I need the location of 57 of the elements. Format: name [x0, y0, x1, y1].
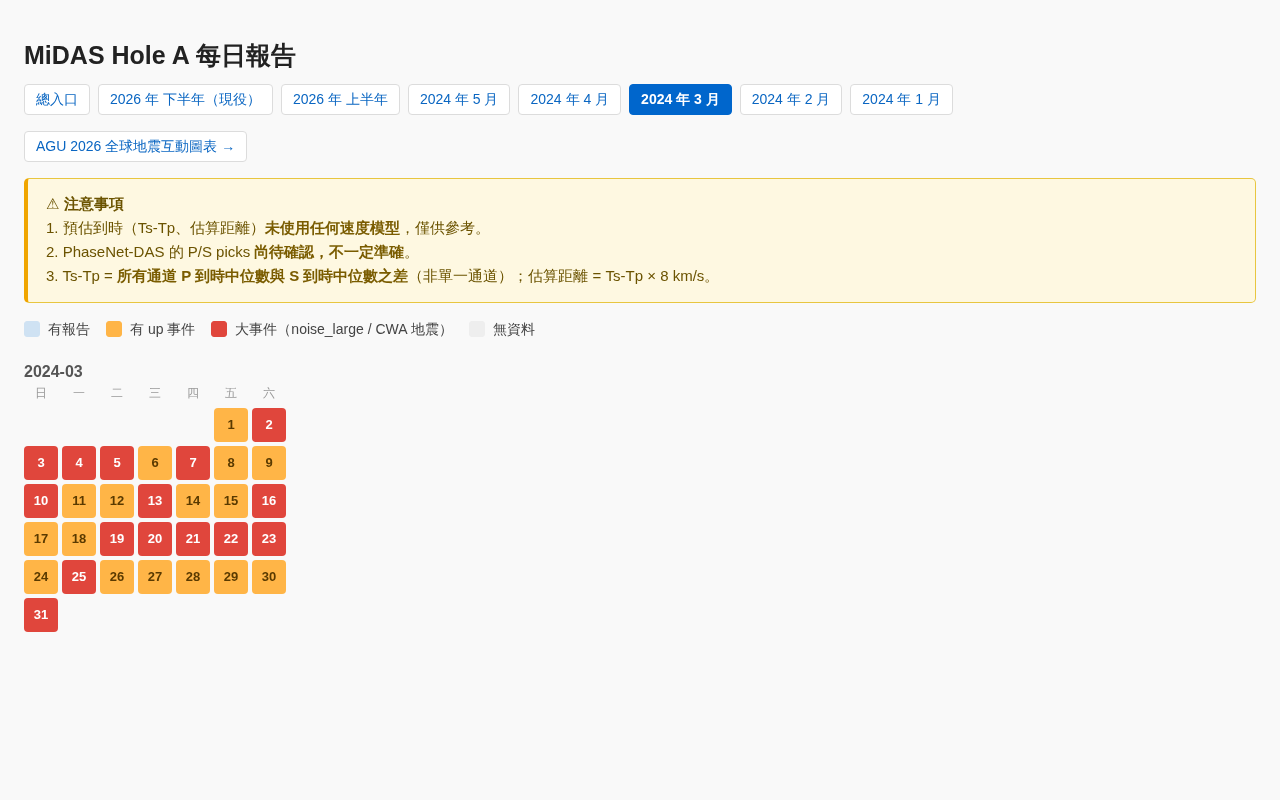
nav-tab[interactable]: 2024 年 5 月	[407, 84, 511, 115]
weekday-label: 二	[110, 384, 124, 402]
calendar-day[interactable]: 24	[24, 559, 58, 594]
notice-line: 1. 預估到時（Ts-Tp、估算距離）未使用任何速度模型，僅供參考。	[46, 217, 492, 238]
calendar-day[interactable]: 26	[100, 559, 134, 594]
calendar-day[interactable]: 16	[252, 483, 286, 518]
notice-line: 2. PhaseNet-DAS 的 P/S picks 尚待確認，不一定準確。	[46, 241, 421, 262]
calendar-day[interactable]: 5	[100, 445, 134, 480]
weekday-label: 六	[262, 384, 276, 402]
calendar-day[interactable]: 22	[214, 521, 248, 556]
calendar-day[interactable]: 13	[138, 483, 172, 518]
nav-tab[interactable]: 2026 年 上半年	[280, 84, 400, 115]
weekday-label: 五	[224, 384, 238, 402]
calendar-day[interactable]: 23	[252, 521, 286, 556]
calendar-day[interactable]: 2	[252, 407, 286, 442]
nav-tab[interactable]: 2026 年 下半年（現役）	[98, 84, 273, 115]
calendar-day[interactable]: 18	[62, 521, 96, 556]
nav-tab[interactable]: 2024 年 2 月	[739, 84, 843, 115]
notice-title: ⚠ 注意事項	[46, 193, 125, 214]
calendar-day[interactable]: 25	[62, 559, 96, 594]
calendar-day[interactable]: 21	[176, 521, 210, 556]
calendar-day[interactable]: 7	[176, 445, 210, 480]
weekday-label: 日	[34, 384, 48, 402]
calendar-day[interactable]: 4	[62, 445, 96, 480]
calendar-day[interactable]: 20	[138, 521, 172, 556]
weekday-label: 四	[186, 384, 200, 402]
calendar-day[interactable]: 1	[214, 407, 248, 442]
calendar-day[interactable]: 10	[24, 483, 58, 518]
weekday-label: 三	[148, 384, 162, 402]
chart-link[interactable]: AGU 2026 全球地震互動圖表 →	[24, 130, 248, 162]
calendar-day[interactable]: 30	[252, 559, 286, 594]
legend-label: 大事件（noise_large / CWA 地震）	[235, 319, 453, 339]
calendar-day[interactable]: 9	[252, 445, 286, 480]
page-title: MiDAS Hole A 每日報告	[24, 40, 297, 70]
calendar-day[interactable]: 27	[138, 559, 172, 594]
legend-label: 有報告	[48, 319, 90, 339]
calendar-day[interactable]: 8	[214, 445, 248, 480]
calendar-day[interactable]: 19	[100, 521, 134, 556]
calendar-day[interactable]: 31	[24, 597, 58, 632]
legend-label: 有 up 事件	[130, 319, 196, 339]
calendar-day[interactable]: 11	[62, 483, 96, 518]
legend-label: 無資料	[492, 319, 535, 339]
calendar-day[interactable]: 15	[214, 483, 248, 518]
nav-tab[interactable]: 2024 年 4 月	[518, 84, 622, 115]
nav-tab[interactable]: 2024 年 3 月	[629, 84, 732, 115]
calendar-day[interactable]: 17	[24, 521, 58, 556]
notice-line: 3. Ts-Tp = 所有通道 P 到時中位數與 S 到時中位數之差（非單一通道）；估算距離 = Ts-Tp × 8 km/s。	[46, 265, 721, 286]
calendar-day[interactable]: 28	[176, 559, 210, 594]
calendar-day[interactable]: 6	[138, 445, 172, 480]
calendar-day[interactable]: 14	[176, 483, 210, 518]
calendar-day[interactable]: 12	[100, 483, 134, 518]
weekday-label: 一	[72, 384, 86, 402]
calendar-day[interactable]: 3	[24, 445, 58, 480]
month-heading: 2024-03	[24, 361, 84, 382]
nav-tab[interactable]: 總入口	[24, 84, 90, 115]
nav-tab[interactable]: 2024 年 1 月	[850, 84, 953, 115]
calendar-day[interactable]: 29	[214, 559, 248, 594]
